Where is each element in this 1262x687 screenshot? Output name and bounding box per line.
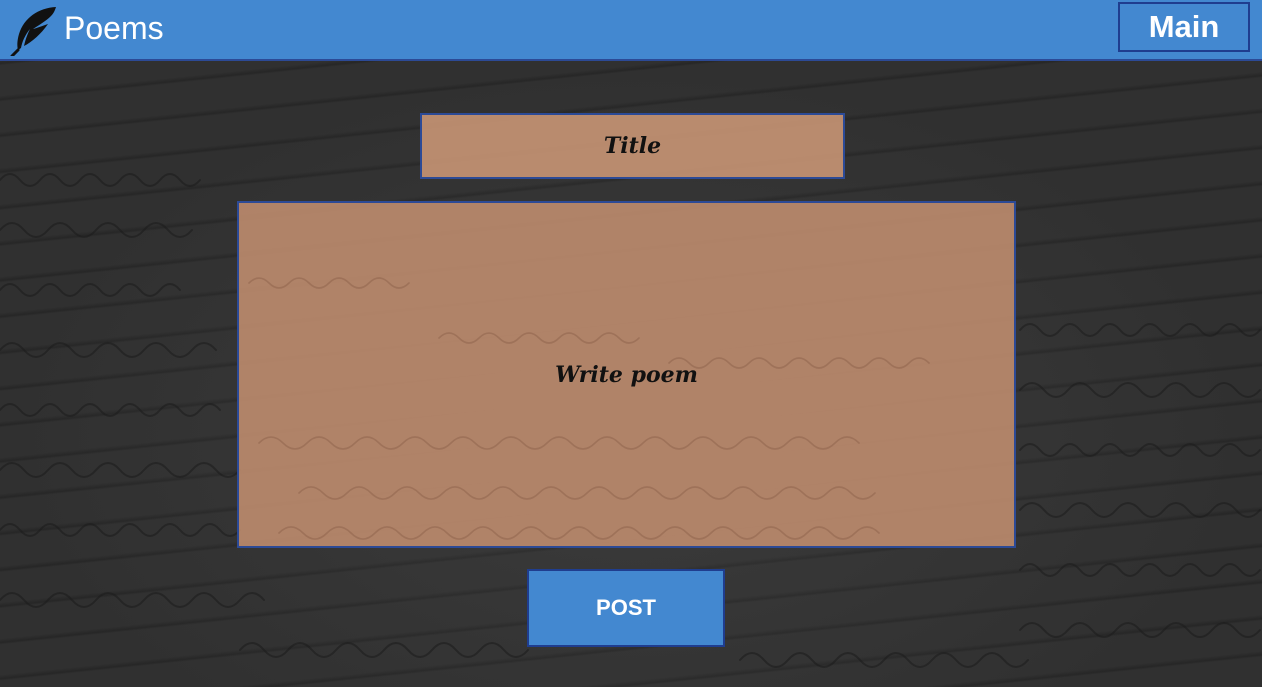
top-nav-bar: Poems Main: [0, 0, 1262, 61]
feather-quill-icon: [10, 7, 56, 56]
poem-textarea[interactable]: Write poem: [237, 201, 1016, 548]
brand-title: Poems: [64, 10, 164, 46]
title-input[interactable]: Title: [420, 113, 845, 179]
main-nav-button[interactable]: Main: [1118, 2, 1250, 52]
post-button[interactable]: POST: [527, 569, 725, 647]
page: Poems Main Title Write poem POST: [0, 0, 1262, 687]
title-placeholder: Title: [603, 133, 662, 159]
poem-placeholder: Write poem: [555, 361, 698, 388]
